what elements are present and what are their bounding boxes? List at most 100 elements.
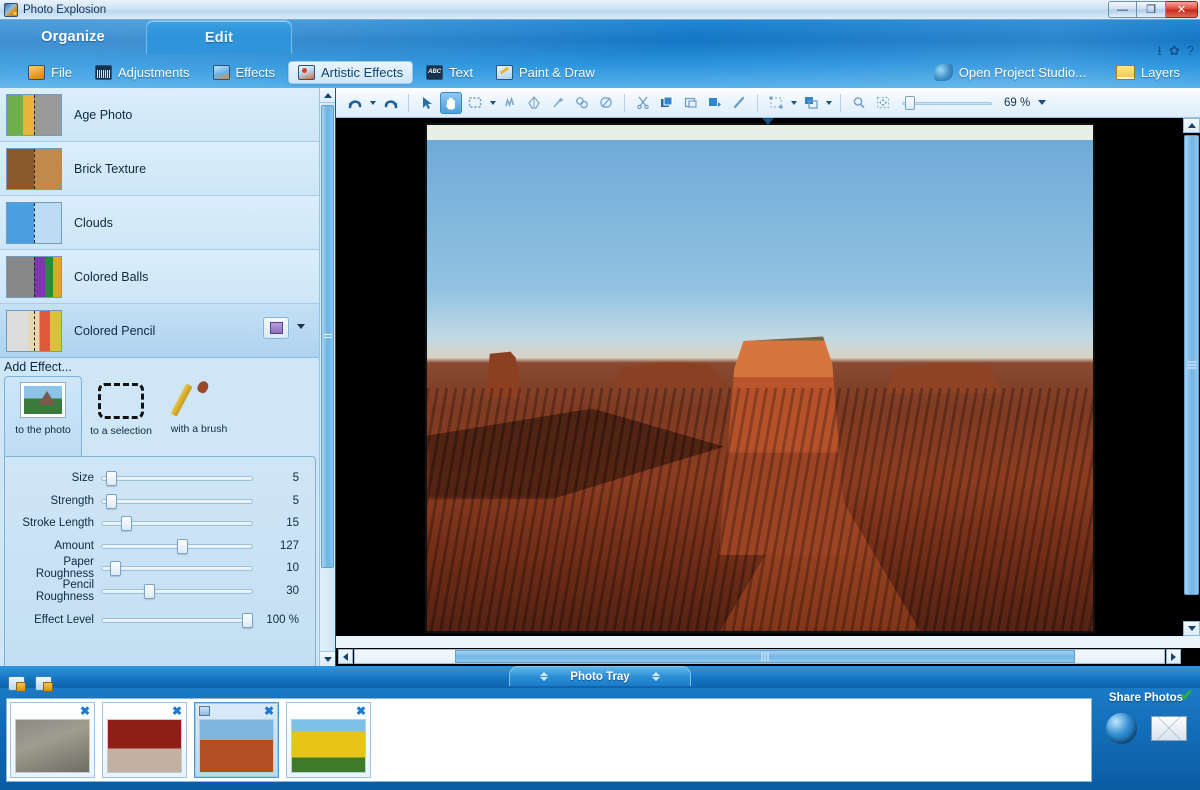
canvas-scroll-right-icon[interactable] — [1166, 649, 1181, 664]
polygon-select-icon[interactable] — [523, 92, 545, 114]
scrollbar-thumb[interactable] — [321, 105, 334, 568]
download-icon[interactable]: ⭳ — [1157, 44, 1162, 57]
import-photo-icon[interactable] — [35, 676, 53, 692]
effect-row-clouds[interactable]: Clouds — [0, 196, 319, 250]
remove-icon[interactable]: ✖ — [264, 705, 274, 717]
copy-icon[interactable] — [656, 92, 678, 114]
monument-valley-photo[interactable] — [425, 123, 1095, 633]
tray-item-butte[interactable]: ✖ — [194, 702, 279, 778]
remove-icon[interactable]: ✖ — [172, 705, 182, 717]
scroll-down-arrow-icon[interactable] — [320, 651, 335, 666]
menu-effects[interactable]: Effects — [203, 61, 286, 84]
minimize-button[interactable]: — — [1108, 1, 1137, 18]
arrange-icon[interactable] — [800, 92, 822, 114]
menu-paint-draw[interactable]: Paint & Draw — [486, 61, 605, 84]
canvas-scroll-left-icon[interactable] — [338, 649, 353, 664]
title-bar: Photo Explosion — ❐ ✕ — [0, 0, 1200, 20]
canvas-scroll-down-icon[interactable] — [1183, 621, 1200, 636]
clone-icon[interactable] — [728, 92, 750, 114]
stroke-length-slider[interactable] — [101, 514, 253, 532]
remove-icon[interactable]: ✖ — [356, 705, 366, 717]
tray-item-person[interactable]: ✖ — [102, 702, 187, 778]
hand-icon[interactable] — [440, 91, 462, 114]
close-button[interactable]: ✕ — [1166, 1, 1198, 18]
tab-organize[interactable]: Organize — [0, 20, 146, 54]
pointer-icon[interactable] — [416, 92, 438, 114]
paper-roughness-slider[interactable] — [101, 559, 253, 577]
menu-open-project-studio[interactable]: Open Project Studio... — [924, 60, 1096, 85]
magic-wand-icon[interactable] — [547, 92, 569, 114]
color-select-icon[interactable] — [571, 92, 593, 114]
zoom-dropdown-caret-icon[interactable] — [1038, 100, 1047, 105]
tray-updown-left-icon[interactable] — [540, 672, 549, 681]
lasso-icon[interactable] — [499, 92, 521, 114]
gear-icon[interactable]: ✿ — [1169, 44, 1180, 57]
zoom-tool-icon[interactable] — [848, 92, 870, 114]
check-icon: ✔ — [1179, 686, 1194, 705]
save-preset-button[interactable] — [263, 317, 289, 339]
add-photo-icon[interactable] — [8, 676, 26, 692]
fit-to-window-icon[interactable] — [872, 92, 894, 114]
maximize-button[interactable]: ❐ — [1137, 1, 1166, 18]
menu-artistic-effects[interactable]: Artistic Effects — [288, 60, 414, 84]
canvas-vscroll-thumb[interactable] — [1184, 135, 1199, 595]
menu-file[interactable]: File — [18, 61, 82, 84]
strength-slider[interactable] — [101, 492, 253, 510]
canvas-hscroll-thumb[interactable] — [455, 650, 1075, 663]
transform-dropdown-caret-icon[interactable] — [789, 92, 798, 114]
select-dropdown-caret-icon[interactable] — [488, 92, 497, 114]
email-icon[interactable] — [1150, 716, 1187, 741]
unsaved-changes-icon — [199, 706, 210, 716]
preset-dropdown-caret-icon[interactable] — [297, 324, 305, 329]
artistic-effects-list[interactable]: Age Photo Brick Texture Clouds Colored B… — [0, 88, 320, 358]
tab-edit[interactable]: Edit — [146, 20, 292, 54]
canvas-horizontal-scrollbar[interactable] — [336, 648, 1200, 666]
mode-with-a-brush[interactable]: with a brush — [160, 376, 238, 456]
mode-to-a-selection[interactable]: to a selection — [82, 376, 160, 456]
menu-layers[interactable]: Layers — [1106, 61, 1190, 84]
effect-row-colored-balls[interactable]: Colored Balls — [0, 250, 319, 304]
effect-row-colored-pencil[interactable]: Colored Pencil — [0, 304, 319, 357]
tray-item-tulips[interactable]: ✖ — [286, 702, 371, 778]
image-canvas[interactable] — [336, 118, 1200, 636]
menu-text[interactable]: ABC Text — [416, 61, 483, 84]
help-icon[interactable]: ? — [1187, 44, 1194, 57]
duplicate-icon[interactable] — [704, 92, 726, 114]
window-controls: — ❐ ✕ — [1108, 1, 1198, 18]
effects-panel-scrollbar[interactable] — [319, 88, 335, 666]
rectangle-select-icon[interactable] — [464, 92, 486, 114]
artistic-effects-icon — [298, 64, 316, 80]
effect-row-age-photo[interactable]: Age Photo — [0, 88, 319, 142]
collapse-caret-icon[interactable] — [762, 118, 774, 125]
transform-icon[interactable] — [765, 92, 787, 114]
amount-slider[interactable] — [101, 537, 253, 555]
tray-item-koala[interactable]: ✖ — [10, 702, 95, 778]
redo-icon[interactable] — [379, 92, 401, 114]
erase-select-icon[interactable] — [595, 92, 617, 114]
ground-texture — [427, 388, 1093, 631]
size-slider[interactable] — [101, 469, 253, 487]
paste-icon[interactable] — [680, 92, 702, 114]
photo-tray-toggle[interactable]: Photo Tray — [509, 666, 691, 686]
zoom-slider[interactable] — [902, 92, 992, 114]
tray-updown-right-icon[interactable] — [651, 672, 660, 681]
cut-icon[interactable] — [632, 92, 654, 114]
scroll-up-arrow-icon[interactable] — [320, 88, 335, 103]
pencil-roughness-slider[interactable] — [101, 582, 253, 600]
tray-thumbnail-strip[interactable]: ✖ ✖ ✖ ✖ — [6, 698, 1092, 782]
slider-row-effect-level: Effect Level 100 % — [5, 609, 315, 631]
undo-dropdown-caret-icon[interactable] — [368, 92, 377, 114]
effect-level-slider[interactable] — [101, 611, 254, 629]
arrange-dropdown-caret-icon[interactable] — [824, 92, 833, 114]
canvas-scroll-up-icon[interactable] — [1183, 118, 1200, 133]
globe-icon[interactable] — [1105, 713, 1137, 744]
mode-to-the-photo[interactable]: to the photo — [4, 376, 82, 456]
effect-row-brick-texture[interactable]: Brick Texture — [0, 142, 319, 196]
layers-icon — [1115, 64, 1135, 80]
effect-label: Age Photo — [74, 107, 133, 122]
menu-adjustments-label: Adjustments — [117, 64, 190, 80]
undo-icon[interactable] — [344, 92, 366, 114]
remove-icon[interactable]: ✖ — [80, 705, 90, 717]
menu-adjustments[interactable]: Adjustments — [85, 61, 200, 84]
canvas-vertical-scrollbar[interactable] — [1183, 118, 1200, 636]
